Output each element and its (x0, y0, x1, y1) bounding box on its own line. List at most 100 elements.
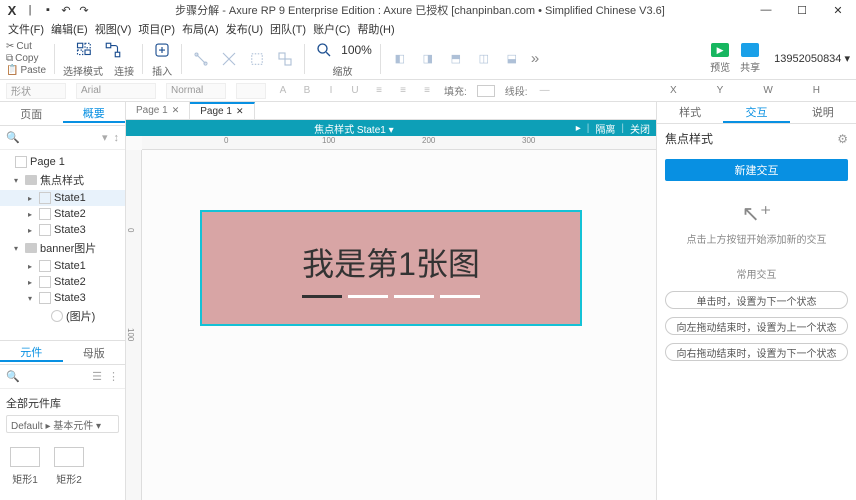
minimize-button[interactable]: — (748, 0, 784, 20)
lib-add-icon[interactable]: ☰ (92, 370, 102, 383)
rp-tab-style[interactable]: 样式 (657, 102, 723, 123)
paste-button[interactable]: 📋 Paste (6, 65, 46, 76)
align-center-text-icon[interactable]: ≡ (420, 85, 434, 96)
lib-search-icon[interactable]: 🔍 (6, 370, 86, 383)
select-tool-icon[interactable] (74, 39, 96, 61)
indicator-4[interactable] (440, 295, 480, 298)
folder-icon (25, 243, 37, 253)
indicator-3[interactable] (394, 295, 434, 298)
dp-close-button[interactable]: 关闭 (630, 121, 650, 136)
copy-button[interactable]: ⧉ Copy (6, 53, 46, 64)
zoom-icon[interactable] (313, 39, 335, 61)
outline-filter-icon[interactable]: ▾ (102, 131, 108, 144)
align-left-text-icon[interactable]: ≡ (396, 85, 410, 96)
tab-pages[interactable]: 页面 (0, 106, 63, 122)
tree-page[interactable]: Page 1 (0, 154, 125, 170)
weight-select[interactable]: Normal (166, 83, 226, 99)
account-phone[interactable]: 13952050834 ▾ (774, 52, 850, 65)
rp-option-swipe-left[interactable]: 向左拖动结束时，设置为上一个状态 (665, 317, 848, 335)
menu-account[interactable]: 账户(C) (311, 21, 352, 37)
zoom-value[interactable]: 100% (341, 43, 372, 57)
tab-masters[interactable]: 母版 (63, 345, 126, 361)
align-bottom-icon[interactable]: ⬓ (501, 48, 523, 70)
save-icon[interactable]: ▪ (40, 2, 56, 18)
outline-sort-icon[interactable]: ↕ (114, 132, 120, 144)
underline-icon[interactable]: U (348, 85, 362, 96)
rp-option-swipe-right[interactable]: 向右拖动结束时，设置为下一个状态 (665, 343, 848, 361)
indicator-2[interactable] (348, 295, 388, 298)
align-top-icon[interactable]: ⬒ (445, 48, 467, 70)
tree-bstate3[interactable]: ▾State3 (0, 290, 125, 306)
italic-icon[interactable]: I (324, 85, 338, 96)
group-icon[interactable] (246, 48, 268, 70)
lib-rect1[interactable]: 矩形1 (10, 447, 40, 486)
close-tab-icon[interactable]: ✕ (236, 106, 244, 117)
menu-project[interactable]: 项目(P) (136, 21, 177, 37)
dp-isolate-button[interactable]: 隔离 (595, 121, 615, 136)
shape-select[interactable]: 形状 (6, 83, 66, 99)
tree-bstate2[interactable]: ▸State2 (0, 274, 125, 290)
pagetab-2[interactable]: Page 1✕ (190, 102, 254, 119)
tree-state3[interactable]: ▸State3 (0, 222, 125, 238)
align-left-icon[interactable]: ◧ (389, 48, 411, 70)
tree-bstate1[interactable]: ▸State1 (0, 258, 125, 274)
new-interaction-button[interactable]: 新建交互 (665, 159, 848, 181)
tree-image[interactable]: (图片) (0, 306, 125, 326)
point-icon[interactable] (190, 48, 212, 70)
bold-icon[interactable]: B (300, 85, 314, 96)
library-dropdown[interactable]: Default ▸ 基本元件 ▾ (6, 415, 119, 433)
state-icon (39, 292, 51, 304)
menu-file[interactable]: 文件(F) (6, 21, 46, 37)
menu-publish[interactable]: 发布(U) (224, 21, 265, 37)
menu-arrange[interactable]: 布局(A) (180, 21, 221, 37)
undo-icon[interactable]: ↶ (58, 2, 74, 18)
rp-tab-notes[interactable]: 说明 (790, 102, 856, 123)
close-tab-icon[interactable]: ✕ (172, 105, 180, 116)
tab-widgets[interactable]: 元件 (0, 344, 63, 362)
lib-more-icon[interactable]: ⋮ (108, 370, 119, 383)
font-color-icon[interactable]: A (276, 85, 290, 96)
connect-tool-icon[interactable] (102, 39, 124, 61)
menu-view[interactable]: 视图(V) (93, 21, 134, 37)
folder-icon (25, 175, 37, 185)
redo-icon[interactable]: ↷ (76, 2, 92, 18)
dp-nav-icon[interactable]: ▸ (576, 123, 581, 134)
tree-folder-banner[interactable]: ▾banner图片 (0, 238, 125, 258)
menu-help[interactable]: 帮助(H) (355, 21, 396, 37)
align-middle-icon[interactable]: ◫ (473, 48, 495, 70)
size-select[interactable] (236, 83, 266, 99)
close-button[interactable]: ✕ (820, 0, 856, 20)
state-icon (39, 260, 51, 272)
tree-state1[interactable]: ▸State1 (0, 190, 125, 206)
menu-edit[interactable]: 编辑(E) (49, 21, 90, 37)
insert-tool-icon[interactable] (151, 39, 173, 61)
lib-rect2[interactable]: 矩形2 (54, 447, 84, 486)
rp-tab-interact[interactable]: 交互 (723, 102, 789, 123)
tab-outline[interactable]: 概要 (63, 105, 126, 123)
font-select[interactable]: Arial (76, 83, 156, 99)
line-swatch[interactable]: — (538, 85, 552, 96)
bullets-icon[interactable]: ≡ (372, 85, 386, 96)
rp-settings-icon[interactable]: ⚙ (837, 132, 848, 146)
preview-button[interactable]: ▶预览 (710, 43, 730, 74)
maximize-button[interactable]: ☐ (784, 0, 820, 20)
menu-team[interactable]: 团队(T) (268, 21, 308, 37)
toolbar-overflow-icon[interactable]: » (531, 50, 539, 67)
pagetab-1[interactable]: Page 1✕ (126, 102, 190, 119)
cut-button[interactable]: ✂ Cut (6, 41, 46, 52)
titlebar-sep: | (22, 2, 38, 18)
dp-title[interactable]: 焦点样式 State1 ▾ (132, 121, 576, 136)
rp-widget-name: 焦点样式 (665, 130, 713, 147)
rp-option-click[interactable]: 单击时，设置为下一个状态 (665, 291, 848, 309)
share-button[interactable]: 共享 (740, 43, 760, 74)
ungroup-icon[interactable] (274, 48, 296, 70)
banner-widget[interactable]: 我是第1张图 (202, 212, 580, 324)
tree-folder-focus[interactable]: ▾焦点样式 (0, 170, 125, 190)
menubar: 文件(F) 编辑(E) 视图(V) 项目(P) 布局(A) 发布(U) 团队(T… (0, 20, 856, 38)
outline-search-icon[interactable]: 🔍 (6, 131, 96, 144)
tree-state2[interactable]: ▸State2 (0, 206, 125, 222)
align-right-icon[interactable]: ◨ (417, 48, 439, 70)
fill-swatch[interactable] (477, 85, 495, 97)
indicator-1[interactable] (302, 295, 342, 298)
slice-icon[interactable] (218, 48, 240, 70)
